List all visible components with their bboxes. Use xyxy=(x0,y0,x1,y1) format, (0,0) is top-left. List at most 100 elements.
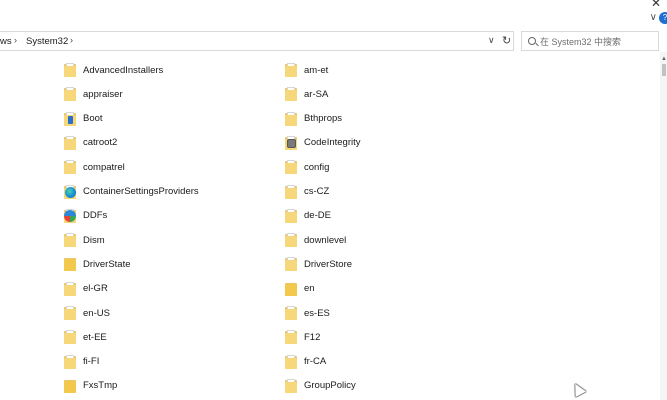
folder-item-label: el-GR xyxy=(83,283,108,295)
address-history-dropdown-icon[interactable]: ∨ xyxy=(488,35,495,46)
folder-item[interactable]: el-GR xyxy=(64,279,108,299)
ddf-folder-icon xyxy=(64,208,76,223)
codeintegrity-folder-icon xyxy=(285,135,297,150)
folder-item-label: de-DE xyxy=(304,210,331,222)
folder-item-label: en-US xyxy=(83,307,110,319)
folder-item-label: Dism xyxy=(83,234,105,246)
folder-item-label: config xyxy=(304,161,330,173)
folder-icon xyxy=(285,233,297,248)
folder-item[interactable]: Bthprops xyxy=(285,109,342,129)
folder-item-label: GroupPolicy xyxy=(304,380,356,392)
folder-item[interactable]: compatrel xyxy=(64,157,125,177)
breadcrumb-windows[interactable]: ws xyxy=(0,36,12,47)
folder-icon xyxy=(285,330,297,345)
folder-item-label: downlevel xyxy=(304,234,347,246)
folder-item-label: F12 xyxy=(304,331,321,343)
folder-item[interactable]: catroot2 xyxy=(64,133,117,153)
search-input[interactable] xyxy=(540,35,656,48)
search-icon xyxy=(528,37,536,45)
folder-item-label: catroot2 xyxy=(83,137,118,149)
folder-item[interactable]: downlevel xyxy=(285,230,346,250)
folder-icon xyxy=(64,233,76,248)
folder-icon xyxy=(64,306,76,320)
folder-item-label: AdvancedInstallers xyxy=(83,64,164,76)
folder-item-label: appraiser xyxy=(83,88,123,100)
folder-item[interactable]: ContainerSettingsProviders xyxy=(64,182,199,202)
folder-item-label: DriverState xyxy=(83,258,131,270)
folder-item-label: ContainerSettingsProviders xyxy=(83,186,199,197)
folder-icon xyxy=(285,208,297,223)
folder-icon xyxy=(285,111,297,126)
folder-item[interactable]: es-ES xyxy=(285,303,330,323)
folder-item-label: compatrel xyxy=(83,161,125,173)
folder-icon xyxy=(285,354,297,369)
breadcrumb-system32[interactable]: System32 xyxy=(26,36,68,47)
folder-icon xyxy=(285,87,297,102)
folder-item[interactable]: en-US xyxy=(64,303,110,323)
file-list: AdvancedInstallers appraiser Boot catroot2 c… xyxy=(0,52,660,400)
folder-item-label: es-ES xyxy=(304,307,330,319)
folder-item[interactable]: appraiser xyxy=(64,84,123,104)
folder-item-label: DriverStore xyxy=(304,258,353,270)
breadcrumb-separator-icon[interactable]: › xyxy=(70,35,73,45)
folder-item[interactable]: Dism xyxy=(64,230,105,250)
folder-item[interactable]: de-DE xyxy=(285,206,331,226)
folder-item-label: en xyxy=(304,283,315,295)
folder-item-label: cs-CZ xyxy=(304,186,330,197)
folder-item[interactable]: fr-CA xyxy=(285,352,326,372)
folder-item-label: ar-SA xyxy=(304,88,329,100)
folder-item[interactable]: GroupPolicy xyxy=(285,376,356,396)
folder-item[interactable]: cs-CZ xyxy=(285,182,329,202)
folder-icon xyxy=(285,306,297,320)
folder-icon xyxy=(285,63,297,77)
expand-ribbon-chevron-icon[interactable]: ∨ xyxy=(650,12,657,23)
folder-item-label: fr-CA xyxy=(304,356,327,368)
folder-item-label: CodeIntegrity xyxy=(304,137,361,149)
folder-icon xyxy=(64,135,76,150)
search-box[interactable] xyxy=(521,31,659,51)
folder-item[interactable]: fi-FI xyxy=(64,352,99,372)
close-icon[interactable]: ✕ xyxy=(651,0,661,10)
address-bar[interactable]: ws › System32 › ∨ ↻ xyxy=(0,31,514,51)
folder-icon xyxy=(285,184,297,199)
folder-item-label: DDFs xyxy=(83,210,108,222)
folder-icon xyxy=(64,160,76,175)
folder-item[interactable]: en xyxy=(285,279,315,299)
folder-item[interactable]: DDFs xyxy=(64,206,107,226)
folder-item[interactable]: DriverStore xyxy=(285,254,352,274)
folder-icon xyxy=(64,281,76,296)
vertical-scrollbar[interactable] xyxy=(660,52,667,400)
folder-item[interactable]: Boot xyxy=(64,109,103,129)
folder-icon xyxy=(64,63,76,77)
folder-item[interactable]: et-EE xyxy=(64,327,107,347)
folder-item[interactable]: CodeIntegrity xyxy=(285,133,361,153)
edge-folder-icon xyxy=(64,184,76,199)
folder-item[interactable]: FxsTmp xyxy=(64,376,117,396)
folder-icon xyxy=(64,87,76,102)
folder-item[interactable]: ar-SA xyxy=(285,84,328,104)
folder-item[interactable]: DriverState xyxy=(64,254,131,274)
folder-boot-icon xyxy=(64,111,76,126)
folder-item[interactable]: AdvancedInstallers xyxy=(64,60,163,80)
help-icon[interactable]: ? xyxy=(659,12,667,24)
folder-plain-icon xyxy=(285,282,297,296)
refresh-icon[interactable]: ↻ xyxy=(502,34,511,47)
folder-icon xyxy=(285,257,297,272)
folder-icon xyxy=(64,330,76,345)
folder-item-label: FxsTmp xyxy=(83,380,118,392)
breadcrumb-separator-icon[interactable]: › xyxy=(14,35,17,45)
folder-item-label: am-et xyxy=(304,64,329,76)
folder-item[interactable]: F12 xyxy=(285,327,320,347)
folder-plain-icon xyxy=(64,257,76,272)
folder-plain-icon xyxy=(64,379,76,393)
scroll-up-arrow-icon[interactable]: ▲ xyxy=(661,56,667,62)
folder-icon xyxy=(64,354,76,369)
scrollbar-thumb[interactable] xyxy=(662,64,666,76)
folder-item[interactable]: am-et xyxy=(285,60,328,80)
folder-icon xyxy=(285,378,297,393)
folder-item-label: Bthprops xyxy=(304,113,343,125)
folder-item-label: Boot xyxy=(83,113,103,125)
folder-icon xyxy=(285,160,297,175)
folder-item-label: fi-FI xyxy=(83,356,100,368)
folder-item[interactable]: config xyxy=(285,157,329,177)
